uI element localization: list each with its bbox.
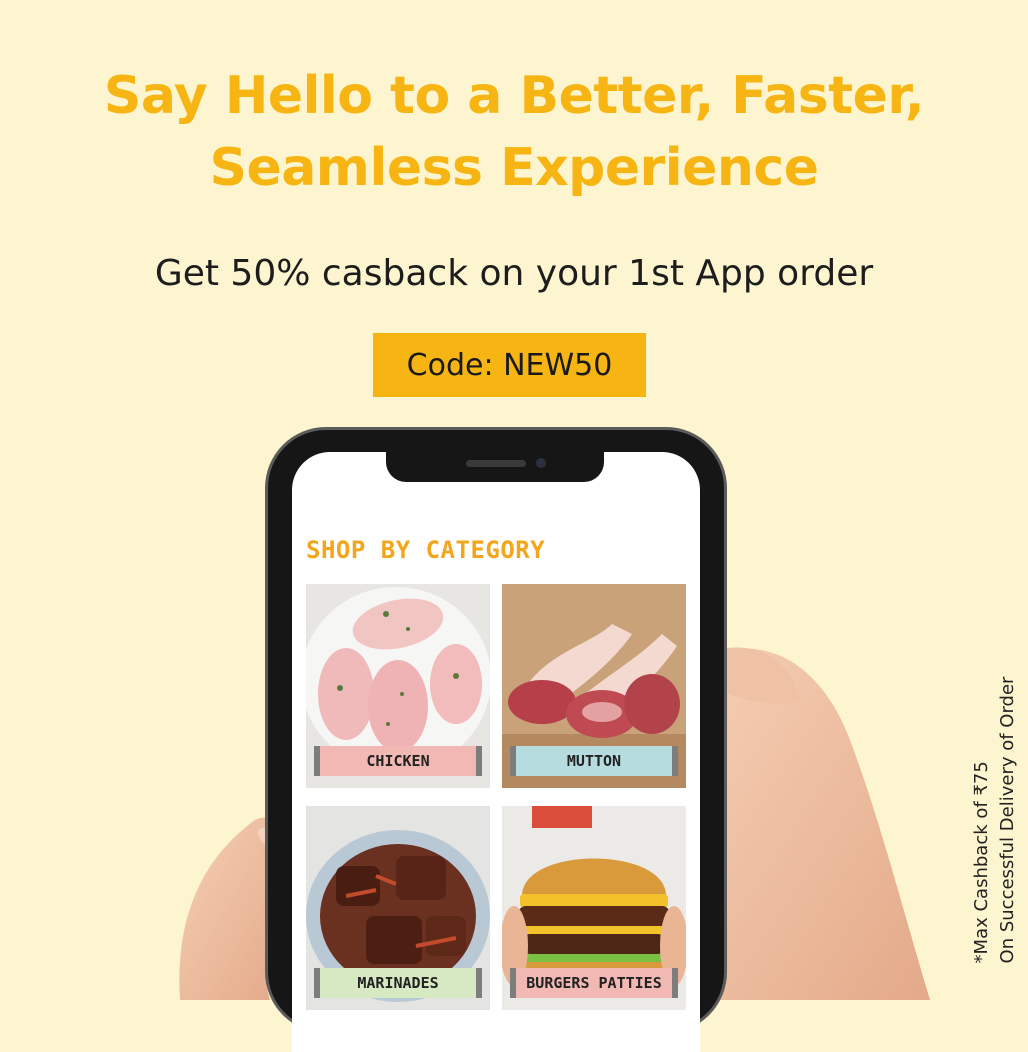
phone-screen: SHOP BY CATEGORY CHICKEN MUTTON MARINADE… [292, 452, 700, 1052]
disclaimer-line-1: *Max Cashback of ₹75 [971, 761, 992, 964]
category-label-marinades: MARINADES [314, 968, 482, 998]
category-label-burgers-patties: BURGERS PATTIES [510, 968, 678, 998]
category-tile-marinades[interactable]: MARINADES [306, 806, 490, 1010]
disclaimer-line-2: On Successful Delivery of Order [997, 676, 1018, 964]
category-label-mutton: MUTTON [510, 746, 678, 776]
camera-icon [536, 458, 546, 468]
category-label-chicken: CHICKEN [314, 746, 482, 776]
cashback-disclaimer: *Max Cashback of ₹75 On Successful Deliv… [969, 677, 1021, 964]
phone-mockup: SHOP BY CATEGORY CHICKEN MUTTON MARINADE… [268, 430, 724, 1052]
category-tile-mutton[interactable]: MUTTON [502, 584, 686, 788]
category-tile-chicken[interactable]: CHICKEN [306, 584, 490, 788]
speaker-grille [466, 460, 526, 467]
shop-by-category-title: SHOP BY CATEGORY [306, 536, 546, 564]
category-tile-burgers-patties[interactable]: BURGERS PATTIES [502, 806, 686, 1010]
phone-notch [386, 452, 604, 482]
